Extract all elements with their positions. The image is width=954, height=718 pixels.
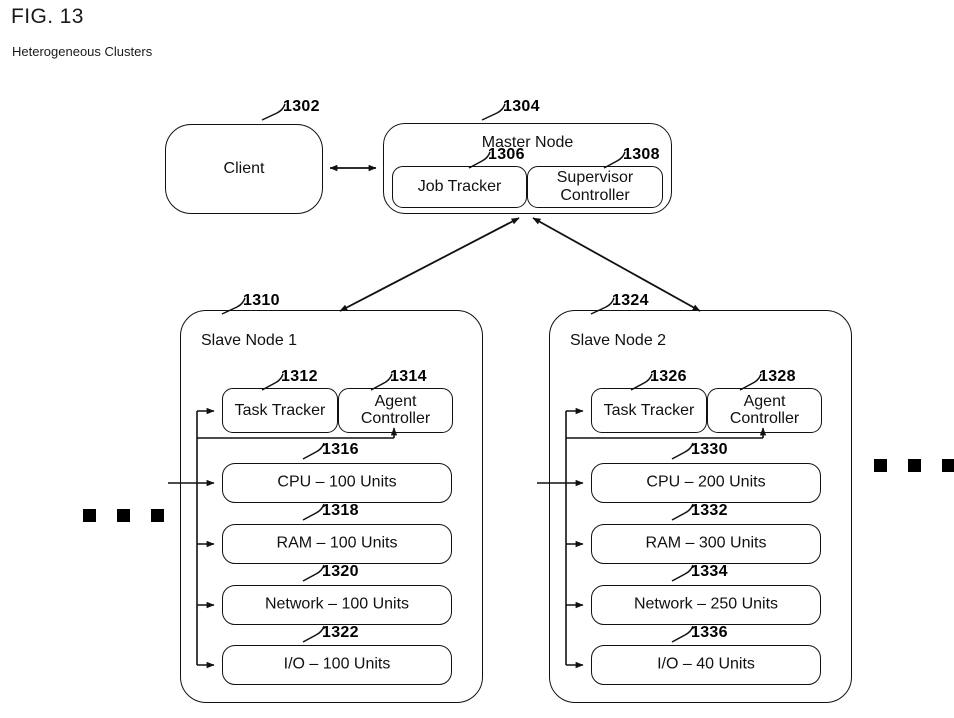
client-label: Client (223, 160, 265, 178)
ref-label-1306: 1306 (488, 146, 525, 163)
slave-node-1-resource-ram[interactable]: RAM – 100 Units (222, 524, 452, 564)
ref-label-1332: 1332 (691, 502, 728, 519)
ellipsis-right-dot-3 (942, 459, 954, 472)
slave-node-1-resource-io[interactable]: I/O – 100 Units (222, 645, 452, 685)
figure-title: FIG. 13 (11, 5, 84, 28)
supervisor-controller-label-line1: Supervisor (556, 169, 634, 187)
ref-label-1302: 1302 (283, 98, 320, 115)
slave-node-2-resource-ram-label: RAM – 300 Units (645, 534, 767, 552)
slave-node-1-resource-cpu-label: CPU – 100 Units (277, 473, 397, 491)
ellipsis-left-dot-2 (117, 509, 130, 522)
slave-node-1-label: Slave Node 1 (201, 332, 298, 349)
supervisor-controller-label: Supervisor Controller (528, 169, 662, 205)
ellipsis-right-dot-1 (874, 459, 887, 472)
ref-label-1310: 1310 (243, 292, 280, 309)
ellipsis-right-dot-2 (908, 459, 921, 472)
job-tracker-box[interactable]: Job Tracker (392, 166, 527, 208)
slave-node-2-task-tracker-box[interactable]: Task Tracker (591, 388, 707, 433)
slave-node-1-resource-ram-label: RAM – 100 Units (276, 534, 398, 552)
slave-node-1-agent-controller-label: Agent Controller (339, 393, 452, 429)
ellipsis-left (83, 509, 164, 522)
ref-label-1334: 1334 (691, 563, 728, 580)
ref-label-1336: 1336 (691, 624, 728, 641)
slave-node-2-agent-controller-label: Agent Controller (708, 393, 821, 429)
ref-label-1308: 1308 (623, 146, 660, 163)
figure-canvas: FIG. 13 Heterogeneous Clusters 1302 Clie… (0, 0, 954, 718)
ellipsis-left-dot-1 (83, 509, 96, 522)
slave-node-2-agent-controller-label-line2: Controller (729, 410, 800, 428)
ref-label-1324: 1324 (612, 292, 649, 309)
supervisor-controller-label-line2: Controller (560, 187, 630, 204)
slave-node-2-resource-network-label: Network – 250 Units (633, 595, 779, 613)
slave-node-2-resource-ram[interactable]: RAM – 300 Units (591, 524, 821, 564)
slave-node-2-agent-controller-box[interactable]: Agent Controller (707, 388, 822, 433)
ref-label-1330: 1330 (691, 441, 728, 458)
ellipsis-left-dot-3 (151, 509, 164, 522)
slave-node-1-task-tracker-box[interactable]: Task Tracker (222, 388, 338, 433)
slave-node-2-resource-network[interactable]: Network – 250 Units (591, 585, 821, 625)
supervisor-controller-box[interactable]: Supervisor Controller (527, 166, 663, 208)
ref-label-1304: 1304 (503, 98, 540, 115)
slave-node-1-agent-controller-box[interactable]: Agent Controller (338, 388, 453, 433)
ref-label-1316: 1316 (322, 441, 359, 458)
figure-subtitle: Heterogeneous Clusters (12, 44, 153, 59)
slave-node-2-resource-io[interactable]: I/O – 40 Units (591, 645, 821, 685)
ref-label-1322: 1322 (322, 624, 359, 641)
slave-node-1-agent-controller-label-line1: Agent (374, 392, 417, 410)
slave-node-1-resource-network-label: Network – 100 Units (264, 595, 410, 613)
job-tracker-label: Job Tracker (417, 178, 502, 196)
ref-label-1318: 1318 (322, 502, 359, 519)
slave-node-2-resource-cpu[interactable]: CPU – 200 Units (591, 463, 821, 503)
slave-node-1-resource-network[interactable]: Network – 100 Units (222, 585, 452, 625)
slave-node-1-task-tracker-label: Task Tracker (234, 401, 326, 419)
slave-node-1-resource-cpu[interactable]: CPU – 100 Units (222, 463, 452, 503)
slave-node-2-resource-cpu-label: CPU – 200 Units (646, 473, 766, 491)
ref-label-1326: 1326 (650, 368, 687, 385)
slave-node-1-agent-controller-label-line2: Controller (360, 410, 431, 428)
ref-label-1312: 1312 (281, 368, 318, 385)
ref-label-1328: 1328 (759, 368, 796, 385)
slave-node-1-resource-io-label: I/O – 100 Units (283, 655, 391, 673)
ellipsis-right (874, 459, 954, 472)
client-box[interactable]: Client (165, 124, 323, 214)
ref-label-1314: 1314 (390, 368, 427, 385)
slave-node-2-agent-controller-label-line1: Agent (743, 392, 786, 410)
ref-label-1320: 1320 (322, 563, 359, 580)
slave-node-2-task-tracker-label: Task Tracker (603, 401, 695, 419)
slave-node-2-resource-io-label: I/O – 40 Units (657, 655, 755, 673)
slave-node-2-label: Slave Node 2 (570, 332, 667, 349)
master-slave1-connector (339, 217, 520, 312)
